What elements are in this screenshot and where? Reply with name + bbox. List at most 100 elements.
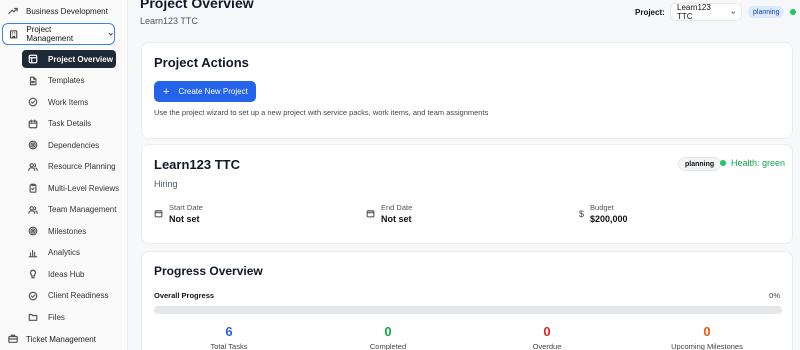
sidebar-item-analytics[interactable]: Analytics — [22, 244, 116, 262]
health-indicator: Health: green — [720, 158, 785, 168]
status-dot — [790, 9, 796, 15]
stat-label: Completed — [369, 342, 407, 350]
stat-value: 0 — [384, 324, 392, 339]
check-circle-icon — [28, 291, 38, 300]
sidebar-item-multi-level-reviews[interactable]: Multi-Level Reviews — [22, 179, 120, 197]
stat-value: 6 — [225, 324, 233, 339]
stat-completed: 0 Completed — [328, 324, 448, 350]
stat-label: Total Tasks — [210, 342, 248, 350]
project-select-label: Project: — [635, 8, 665, 17]
sidebar-group-project-management[interactable]: Project Management — [2, 23, 115, 45]
project-actions-title: Project Actions — [154, 55, 249, 70]
sidebar-item-label: Task Details — [48, 119, 92, 128]
create-new-project-label: Create New Project — [178, 87, 248, 96]
overall-progress-percent: 0% — [769, 291, 780, 300]
sidebar-item-resource-planning[interactable]: Resource Planning — [22, 158, 116, 176]
project-status-badge: planning — [678, 157, 722, 171]
end-date-value: Not set — [381, 214, 412, 224]
sidebar-item-label: Ideas Hub — [48, 269, 85, 279]
calendar-icon — [366, 210, 375, 218]
chevron-down-icon — [730, 10, 735, 14]
calendar-icon — [28, 119, 38, 128]
sidebar-item-team-management[interactable]: Team Management — [22, 201, 116, 219]
stat-label: Overdue — [532, 342, 562, 350]
sidebar-item-label: Ticket Management — [26, 334, 96, 344]
sidebar-item-work-items[interactable]: Work Items — [22, 93, 116, 111]
sidebar-item-project-overview[interactable]: Project Overview — [22, 50, 116, 68]
sidebar-item-label: Work Items — [48, 97, 89, 107]
sidebar-item-milestones[interactable]: Milestones — [22, 222, 116, 240]
folder-icon — [28, 313, 38, 321]
sidebar-item-dependencies[interactable]: Dependencies — [22, 136, 116, 154]
sidebar-item-files[interactable]: Files — [22, 308, 116, 326]
lightbulb-icon — [29, 269, 37, 279]
sidebar-item-ticket-management[interactable]: Ticket Management — [8, 331, 96, 347]
sidebar-item-label: Client Readiness — [48, 291, 109, 300]
check-circle-icon — [28, 97, 38, 107]
stat-upcoming-milestones: 0 Upcoming Milestones — [647, 324, 767, 350]
page-title: Project Overview — [140, 0, 254, 11]
sidebar: Business Development Project Management … — [0, 0, 128, 350]
stat-value: 0 — [703, 324, 711, 339]
create-new-project-button[interactable]: + Create New Project — [154, 81, 256, 102]
clipboard-icon — [29, 183, 37, 193]
sidebar-item-label: Analytics — [48, 248, 81, 257]
stat-overdue: 0 Overdue — [487, 324, 607, 350]
overall-progress-label: Overall Progress — [154, 291, 215, 300]
sidebar-item-label: Project Overview — [48, 54, 113, 64]
sidebar-item-label: Templates — [48, 76, 85, 85]
project-actions-card: Project Actions + Create New Project Use… — [141, 42, 793, 139]
trending-up-icon — [8, 7, 18, 15]
chevron-down-icon — [108, 32, 113, 36]
plus-icon: + — [163, 85, 170, 98]
sidebar-item-ideas-hub[interactable]: Ideas Hub — [22, 265, 116, 283]
sidebar-item-task-details[interactable]: Task Details — [22, 115, 116, 133]
progress-overview-title: Progress Overview — [154, 264, 263, 278]
layout-icon — [28, 54, 38, 64]
start-date-label: Start Date — [169, 203, 203, 212]
sidebar-group-label: Project Management — [26, 25, 74, 43]
project-name: Learn123 TTC — [154, 157, 240, 172]
dollar-icon: $ — [579, 209, 585, 219]
end-date-label: End Date — [381, 203, 413, 212]
stat-total-tasks: 6 Total Tasks — [169, 324, 289, 350]
status-badge: planning — [748, 6, 785, 18]
target-icon — [28, 226, 38, 236]
sidebar-item-label: Dependencies — [48, 140, 100, 150]
project-select-value: Learn123 TTC — [677, 3, 711, 21]
calendar-icon — [154, 210, 163, 218]
page-subtitle: Learn123 TTC — [140, 16, 198, 26]
file-icon — [29, 76, 37, 85]
end-date: End Date Not set — [366, 203, 412, 224]
budget-label: Budget — [590, 203, 614, 212]
target-icon — [28, 140, 38, 150]
ticket-icon — [8, 334, 18, 343]
project-details-card: Learn123 TTC planning Health: green Hiri… — [141, 144, 793, 244]
budget: $ Budget $200,000 — [579, 203, 628, 224]
start-date: Start Date Not set — [154, 203, 203, 224]
bar-chart-icon — [28, 249, 38, 257]
sidebar-item-label: Team Management — [48, 205, 117, 214]
users-icon — [28, 205, 38, 214]
building-icon — [10, 30, 18, 39]
project-actions-help: Use the project wizard to set up a new p… — [154, 108, 489, 117]
stat-label: Upcoming Milestones — [671, 342, 743, 350]
users-icon — [28, 162, 38, 171]
stat-value: 0 — [543, 324, 551, 339]
sidebar-item-label: Multi-Level Reviews — [48, 183, 120, 193]
sidebar-item-label: Milestones — [48, 226, 87, 236]
sidebar-item-business-development[interactable]: Business Development — [8, 3, 108, 19]
sidebar-item-client-readiness[interactable]: Client Readiness — [22, 287, 116, 305]
health-dot — [720, 160, 726, 166]
project-select[interactable]: Learn123 TTC — [670, 3, 742, 21]
health-label: Health: green — [731, 158, 786, 168]
progress-overview-card: Progress Overview Overall Progress 0% 6 T… — [141, 251, 793, 350]
sidebar-item-label: Business Development — [26, 6, 108, 16]
overall-progress-bar — [154, 306, 782, 314]
sidebar-item-templates[interactable]: Templates — [22, 72, 116, 90]
project-type: Hiring — [154, 179, 178, 189]
budget-value: $200,000 — [590, 214, 628, 224]
start-date-value: Not set — [169, 214, 200, 224]
sidebar-item-label: Resource Planning — [48, 162, 116, 171]
sidebar-item-label: Files — [48, 312, 65, 322]
